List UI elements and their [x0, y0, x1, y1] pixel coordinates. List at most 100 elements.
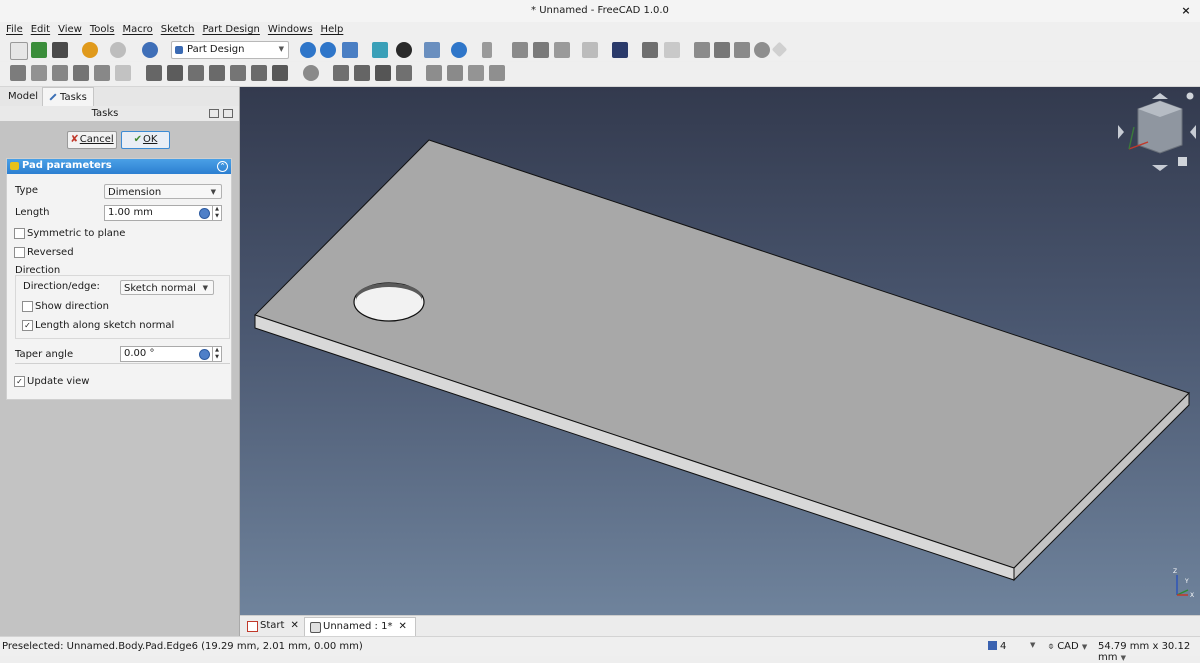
- view-dimensions[interactable]: 54.79 mm x 30.12 mm ▼: [1098, 641, 1200, 663]
- helix-tool-icon[interactable]: [94, 65, 110, 81]
- whats-this-icon[interactable]: [612, 42, 628, 58]
- hole-tool-icon[interactable]: [167, 65, 183, 81]
- chamfer-tool-icon[interactable]: [354, 65, 370, 81]
- tab-model[interactable]: Model: [2, 87, 44, 106]
- fit-selection-icon[interactable]: [320, 42, 336, 58]
- zoom-icon[interactable]: [451, 42, 467, 58]
- notification-count[interactable]: 4: [988, 641, 1006, 652]
- draft-tool-icon[interactable]: [375, 65, 391, 81]
- show-direction-checkbox[interactable]: [22, 301, 33, 312]
- nav-rotate-left-icon[interactable]: [1118, 125, 1124, 139]
- part-icon[interactable]: [512, 42, 528, 58]
- new-file-icon[interactable]: [10, 42, 28, 60]
- expression-icon[interactable]: [199, 349, 210, 360]
- direction-edge-select[interactable]: Sketch normal ▼: [120, 280, 214, 295]
- status-bar: Preselected: Unnamed.Body.Pad.Edge6 (19.…: [0, 636, 1200, 663]
- save-icon[interactable]: [52, 42, 68, 58]
- fillet-tool-icon[interactable]: [333, 65, 349, 81]
- window-close-icon[interactable]: ×: [1178, 3, 1194, 19]
- isometric-view-icon[interactable]: [424, 42, 440, 58]
- chevron-down-icon[interactable]: ▼: [1030, 641, 1035, 649]
- navigation-cube[interactable]: [1118, 92, 1196, 172]
- nav-rotate-right-icon[interactable]: [1190, 125, 1196, 139]
- cancel-button[interactable]: ✘Cancel: [67, 131, 117, 149]
- length-stepper[interactable]: ▲ ▼: [212, 206, 221, 220]
- open-file-icon[interactable]: [31, 42, 47, 58]
- loft-tool-icon[interactable]: [52, 65, 68, 81]
- pad-tool-icon[interactable]: [10, 65, 26, 81]
- menu-edit[interactable]: Edit: [27, 22, 54, 35]
- pocket-tool-icon[interactable]: [146, 65, 162, 81]
- type-select[interactable]: Dimension ▼: [104, 184, 222, 199]
- nav-menu-icon[interactable]: [1186, 92, 1194, 100]
- groove-tool-icon[interactable]: [188, 65, 204, 81]
- taper-stepper[interactable]: ▲ ▼: [212, 347, 221, 361]
- menu-macro[interactable]: Macro: [118, 22, 156, 35]
- multitransform-icon[interactable]: [489, 65, 505, 81]
- ok-button[interactable]: ✔OK: [121, 131, 170, 149]
- revolution-tool-icon[interactable]: [31, 65, 47, 81]
- link-icon[interactable]: [554, 42, 570, 58]
- local-cs-icon[interactable]: [771, 41, 788, 58]
- nav-rotate-up-icon[interactable]: [1152, 93, 1168, 99]
- float-panel-icon[interactable]: [223, 109, 233, 118]
- fit-all-icon[interactable]: [300, 42, 316, 58]
- tab-start[interactable]: Start ✕: [242, 617, 305, 635]
- subtractive-primitive-icon[interactable]: [272, 65, 288, 81]
- nav-rotate-down-icon[interactable]: [1152, 165, 1168, 171]
- reversed-checkbox[interactable]: [14, 247, 25, 258]
- sketch-icon[interactable]: [664, 42, 680, 58]
- polar-pattern-icon[interactable]: [468, 65, 484, 81]
- body-icon[interactable]: [642, 42, 658, 58]
- boolean-tool-icon[interactable]: [303, 65, 319, 81]
- direction-edge-value: Sketch normal: [124, 283, 196, 294]
- refresh-icon[interactable]: [142, 42, 158, 58]
- measure-icon[interactable]: [372, 42, 388, 58]
- view-cube-icon[interactable]: [342, 42, 358, 58]
- undo-icon[interactable]: [82, 42, 98, 58]
- update-view-checkbox[interactable]: ✓: [14, 376, 25, 387]
- mirrored-tool-icon[interactable]: [426, 65, 442, 81]
- 3d-viewport[interactable]: Z Y X: [240, 87, 1200, 615]
- tab-unnamed-close-icon[interactable]: ✕: [398, 621, 406, 632]
- menu-view[interactable]: View: [54, 22, 86, 35]
- menu-tools[interactable]: Tools: [86, 22, 119, 35]
- subtractive-pipe-icon[interactable]: [230, 65, 246, 81]
- linear-pattern-icon[interactable]: [447, 65, 463, 81]
- workbench-selector[interactable]: Part Design ▼: [171, 41, 289, 59]
- draw-style-icon[interactable]: [396, 42, 412, 58]
- taper-angle-input[interactable]: 0.00 ° ▲ ▼: [120, 346, 222, 362]
- subtractive-loft-icon[interactable]: [209, 65, 225, 81]
- tab-unnamed[interactable]: Unnamed : 1* ✕: [304, 617, 416, 636]
- datum-plane-icon[interactable]: [754, 42, 770, 58]
- tab-unnamed-label: Unnamed : 1*: [323, 621, 393, 632]
- length-input[interactable]: 1.00 mm ▲ ▼: [104, 205, 222, 221]
- menu-sketch[interactable]: Sketch: [157, 22, 199, 35]
- subtractive-helix-icon[interactable]: [251, 65, 267, 81]
- pipe-tool-icon[interactable]: [73, 65, 89, 81]
- length-along-normal-checkbox[interactable]: ✓: [22, 320, 33, 331]
- navigation-style[interactable]: ⌽ CAD ▼: [1048, 641, 1087, 652]
- chevron-down-icon: ▼: [1120, 654, 1127, 662]
- pin-icon[interactable]: [482, 42, 492, 58]
- plate-top-face[interactable]: [254, 139, 1190, 569]
- validate-sketch-icon[interactable]: [694, 42, 710, 58]
- menu-part-design[interactable]: Part Design: [198, 22, 263, 35]
- datum-line-icon[interactable]: [734, 42, 750, 58]
- expression-icon[interactable]: [199, 208, 210, 219]
- thickness-tool-icon[interactable]: [396, 65, 412, 81]
- collapse-panel-icon[interactable]: [209, 109, 219, 118]
- tab-start-close-icon[interactable]: ✕: [290, 620, 298, 631]
- redo-icon[interactable]: [110, 42, 126, 58]
- additive-primitive-icon[interactable]: [115, 65, 131, 81]
- datum-point-icon[interactable]: [714, 42, 730, 58]
- folder-icon[interactable]: [533, 42, 549, 58]
- menu-help[interactable]: Help: [317, 22, 348, 35]
- menu-windows[interactable]: Windows: [264, 22, 317, 35]
- menu-file[interactable]: File: [2, 22, 27, 35]
- collapse-section-icon[interactable]: ⌃: [217, 161, 228, 172]
- nav-view-menu-icon[interactable]: [1178, 157, 1187, 166]
- symmetric-checkbox[interactable]: [14, 228, 25, 239]
- tab-tasks[interactable]: Tasks: [42, 87, 94, 107]
- macro-brackets-icon[interactable]: [582, 42, 598, 58]
